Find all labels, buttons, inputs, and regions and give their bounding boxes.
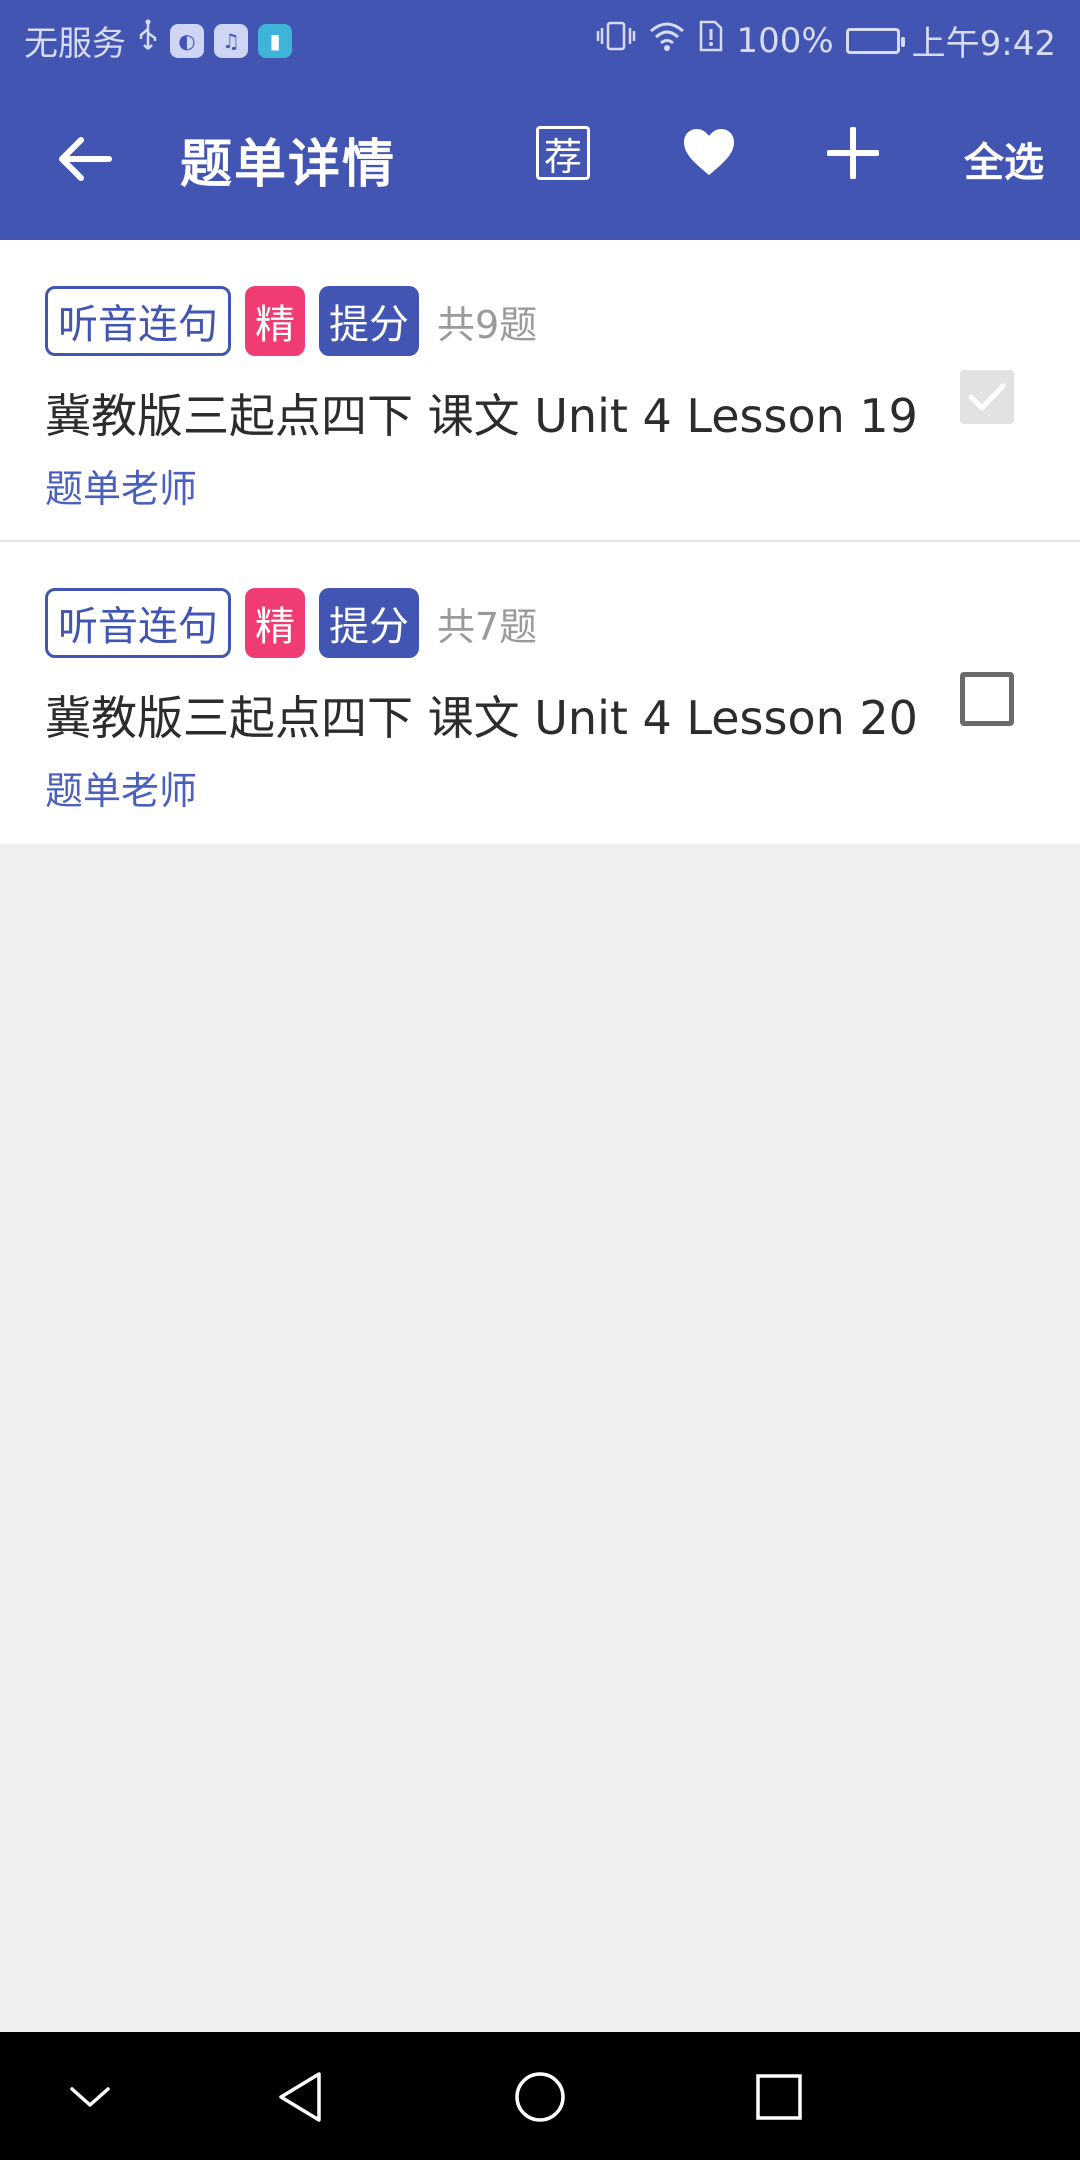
- item-checkbox[interactable]: [960, 672, 1014, 726]
- circle-home-icon: [515, 2072, 565, 2122]
- nav-recents-button[interactable]: [744, 2062, 814, 2132]
- square-recents-icon: [756, 2074, 802, 2120]
- heart-icon: [684, 129, 734, 175]
- question-count: 共9题: [437, 302, 538, 347]
- screen: 无服务 ◐ ♫ ▮ 100% 上午9:42 题单详情 荐 全选 听音连句 精 提…: [0, 0, 1080, 2160]
- item-title: 冀教版三起点四下 课文 Unit 4 Lesson 20: [45, 691, 918, 745]
- problem-list: 听音连句 精 提分 共9题 冀教版三起点四下 课文 Unit 4 Lesson …: [0, 240, 1080, 844]
- item-author[interactable]: 题单老师: [45, 458, 197, 513]
- tag-row: 听音连句 精 提分 共7题: [45, 588, 537, 658]
- featured-tag: 精: [245, 286, 305, 356]
- item-checkbox[interactable]: [960, 370, 1014, 424]
- improve-tag: 提分: [319, 588, 419, 658]
- sim-alert-icon: [698, 19, 724, 62]
- nav-back-button[interactable]: [265, 2062, 335, 2132]
- favorite-button[interactable]: [676, 122, 742, 184]
- add-button[interactable]: [820, 122, 886, 184]
- recommend-button[interactable]: 荐: [536, 126, 590, 180]
- battery-icon: [845, 27, 905, 54]
- status-left: 无服务 ◐ ♫ ▮: [24, 16, 292, 65]
- question-count: 共7题: [437, 604, 538, 649]
- book-notification-icon: ▮: [258, 23, 292, 58]
- type-tag: 听音连句: [45, 286, 231, 356]
- triangle-back-icon: [279, 2072, 321, 2122]
- nav-home-button[interactable]: [505, 2062, 575, 2132]
- status-bar: 无服务 ◐ ♫ ▮ 100% 上午9:42: [0, 0, 1080, 74]
- plus-icon: [827, 127, 879, 179]
- list-item[interactable]: 听音连句 精 提分 共7题 冀教版三起点四下 课文 Unit 4 Lesson …: [0, 542, 1080, 844]
- vibrate-icon: [596, 19, 636, 62]
- app-notification-icon: ◐: [170, 23, 204, 58]
- app-bar: 题单详情 荐 全选: [0, 74, 1080, 240]
- item-author[interactable]: 题单老师: [45, 760, 197, 815]
- back-button[interactable]: [50, 124, 120, 194]
- carrier-text: 无服务: [24, 24, 126, 64]
- music-notification-icon: ♫: [214, 23, 248, 58]
- tag-row: 听音连句 精 提分 共9题: [45, 286, 537, 356]
- battery-percent: 100%: [736, 20, 834, 61]
- navigation-bar: [0, 2032, 1080, 2160]
- page-title: 题单详情: [180, 135, 397, 195]
- type-tag: 听音连句: [45, 588, 231, 658]
- clock: 上午9:42: [911, 24, 1056, 64]
- chevron-down-icon: [70, 2087, 110, 2107]
- wifi-icon: [648, 19, 686, 62]
- improve-tag: 提分: [319, 286, 419, 356]
- select-all-button[interactable]: 全选: [964, 130, 1044, 188]
- status-right: 100% 上午9:42: [596, 16, 1056, 65]
- check-icon: [968, 383, 1006, 411]
- arrow-left-icon: [59, 137, 112, 181]
- nav-collapse-button[interactable]: [55, 2062, 125, 2132]
- item-title: 冀教版三起点四下 课文 Unit 4 Lesson 19: [45, 389, 918, 443]
- usb-icon: [136, 19, 160, 62]
- list-item[interactable]: 听音连句 精 提分 共9题 冀教版三起点四下 课文 Unit 4 Lesson …: [0, 240, 1080, 542]
- featured-tag: 精: [245, 588, 305, 658]
